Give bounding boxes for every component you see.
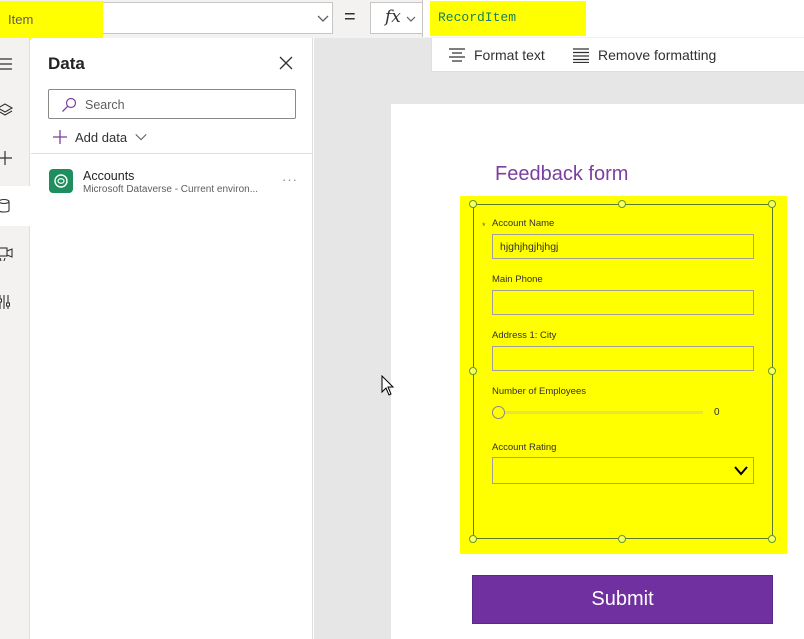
city-label: Address 1: City bbox=[492, 330, 557, 341]
city-input[interactable] bbox=[492, 346, 754, 371]
account-name-input[interactable]: hjghjhgjhjhgj bbox=[492, 234, 754, 259]
format-text-button[interactable]: Format text bbox=[448, 46, 545, 64]
fx-icon: fx bbox=[385, 7, 401, 27]
formula-text: RecordItem bbox=[438, 10, 517, 25]
rail-insert[interactable] bbox=[0, 138, 30, 178]
employees-value: 0 bbox=[714, 407, 720, 418]
rail-tools[interactable] bbox=[0, 282, 30, 322]
panel-title: Data bbox=[48, 54, 85, 73]
rail-tree-view[interactable] bbox=[0, 90, 30, 130]
add-icon bbox=[0, 151, 12, 165]
search-placeholder: Search bbox=[85, 98, 125, 112]
rail-data[interactable] bbox=[0, 186, 30, 226]
formula-input[interactable]: RecordItem bbox=[422, 0, 804, 37]
remove-formatting-label: Remove formatting bbox=[598, 47, 717, 63]
format-toolbar: Format text Remove formatting bbox=[431, 38, 804, 72]
resize-handle[interactable] bbox=[469, 367, 477, 375]
remove-formatting-button[interactable]: Remove formatting bbox=[572, 46, 716, 64]
format-text-icon bbox=[449, 48, 465, 62]
hamburger-icon bbox=[0, 58, 12, 70]
chevron-down-icon bbox=[734, 466, 748, 476]
resize-handle[interactable] bbox=[469, 535, 477, 543]
source-subtitle: Microsoft Dataverse - Current environ... bbox=[83, 184, 259, 195]
close-icon[interactable] bbox=[278, 55, 294, 71]
remove-formatting-icon bbox=[573, 48, 589, 63]
form-title: Feedback form bbox=[495, 163, 629, 185]
employees-label: Number of Employees bbox=[492, 386, 586, 397]
resize-handle[interactable] bbox=[618, 535, 626, 543]
database-icon bbox=[0, 198, 10, 213]
main-phone-label: Main Phone bbox=[492, 274, 543, 285]
canvas-area-top bbox=[314, 38, 431, 72]
media-icon bbox=[0, 247, 13, 262]
property-dropdown[interactable]: Item bbox=[0, 1, 333, 40]
property-value: Item bbox=[8, 12, 34, 27]
panel-divider bbox=[31, 153, 313, 154]
more-icon[interactable]: ··· bbox=[282, 172, 298, 187]
submit-button[interactable]: Submit bbox=[472, 575, 773, 624]
fx-button[interactable]: fx bbox=[370, 2, 422, 34]
chevron-down-icon bbox=[135, 134, 147, 141]
add-icon bbox=[53, 130, 67, 144]
employees-slider-track[interactable] bbox=[498, 411, 703, 414]
resize-handle[interactable] bbox=[768, 367, 776, 375]
tools-icon bbox=[0, 295, 10, 309]
source-name: Accounts bbox=[83, 169, 135, 183]
mouse-cursor-icon bbox=[381, 375, 395, 396]
formula-bar: Item = fx RecordItem bbox=[0, 0, 804, 40]
equals-sign: = bbox=[344, 6, 356, 28]
add-data-label: Add data bbox=[75, 129, 128, 145]
main-phone-input[interactable] bbox=[492, 290, 754, 315]
required-marker: * bbox=[482, 221, 486, 231]
left-rail bbox=[0, 38, 30, 639]
chevron-down-icon bbox=[406, 16, 416, 22]
rail-menu[interactable] bbox=[0, 44, 30, 84]
chevron-down-icon bbox=[317, 15, 329, 22]
rail-media[interactable] bbox=[0, 234, 30, 274]
rating-label: Account Rating bbox=[492, 442, 557, 453]
resize-handle[interactable] bbox=[768, 535, 776, 543]
add-data-button[interactable]: Add data bbox=[52, 129, 148, 145]
resize-handle[interactable] bbox=[618, 200, 626, 208]
list-item[interactable]: Accounts Microsoft Dataverse - Current e… bbox=[31, 162, 313, 202]
account-name-value: hjghjhgjhjhgj bbox=[500, 241, 559, 253]
resize-handle[interactable] bbox=[768, 200, 776, 208]
search-icon bbox=[62, 97, 77, 112]
resize-handle[interactable] bbox=[469, 200, 477, 208]
data-panel: Data Search Add data Accounts Microsoft … bbox=[31, 38, 313, 639]
search-input[interactable]: Search bbox=[48, 89, 296, 119]
account-name-label: Account Name bbox=[492, 218, 555, 229]
layers-icon bbox=[0, 103, 14, 116]
dataverse-icon bbox=[49, 169, 73, 193]
rating-dropdown[interactable] bbox=[492, 457, 754, 484]
employees-slider-thumb[interactable] bbox=[492, 406, 505, 419]
format-text-label: Format text bbox=[474, 47, 545, 63]
